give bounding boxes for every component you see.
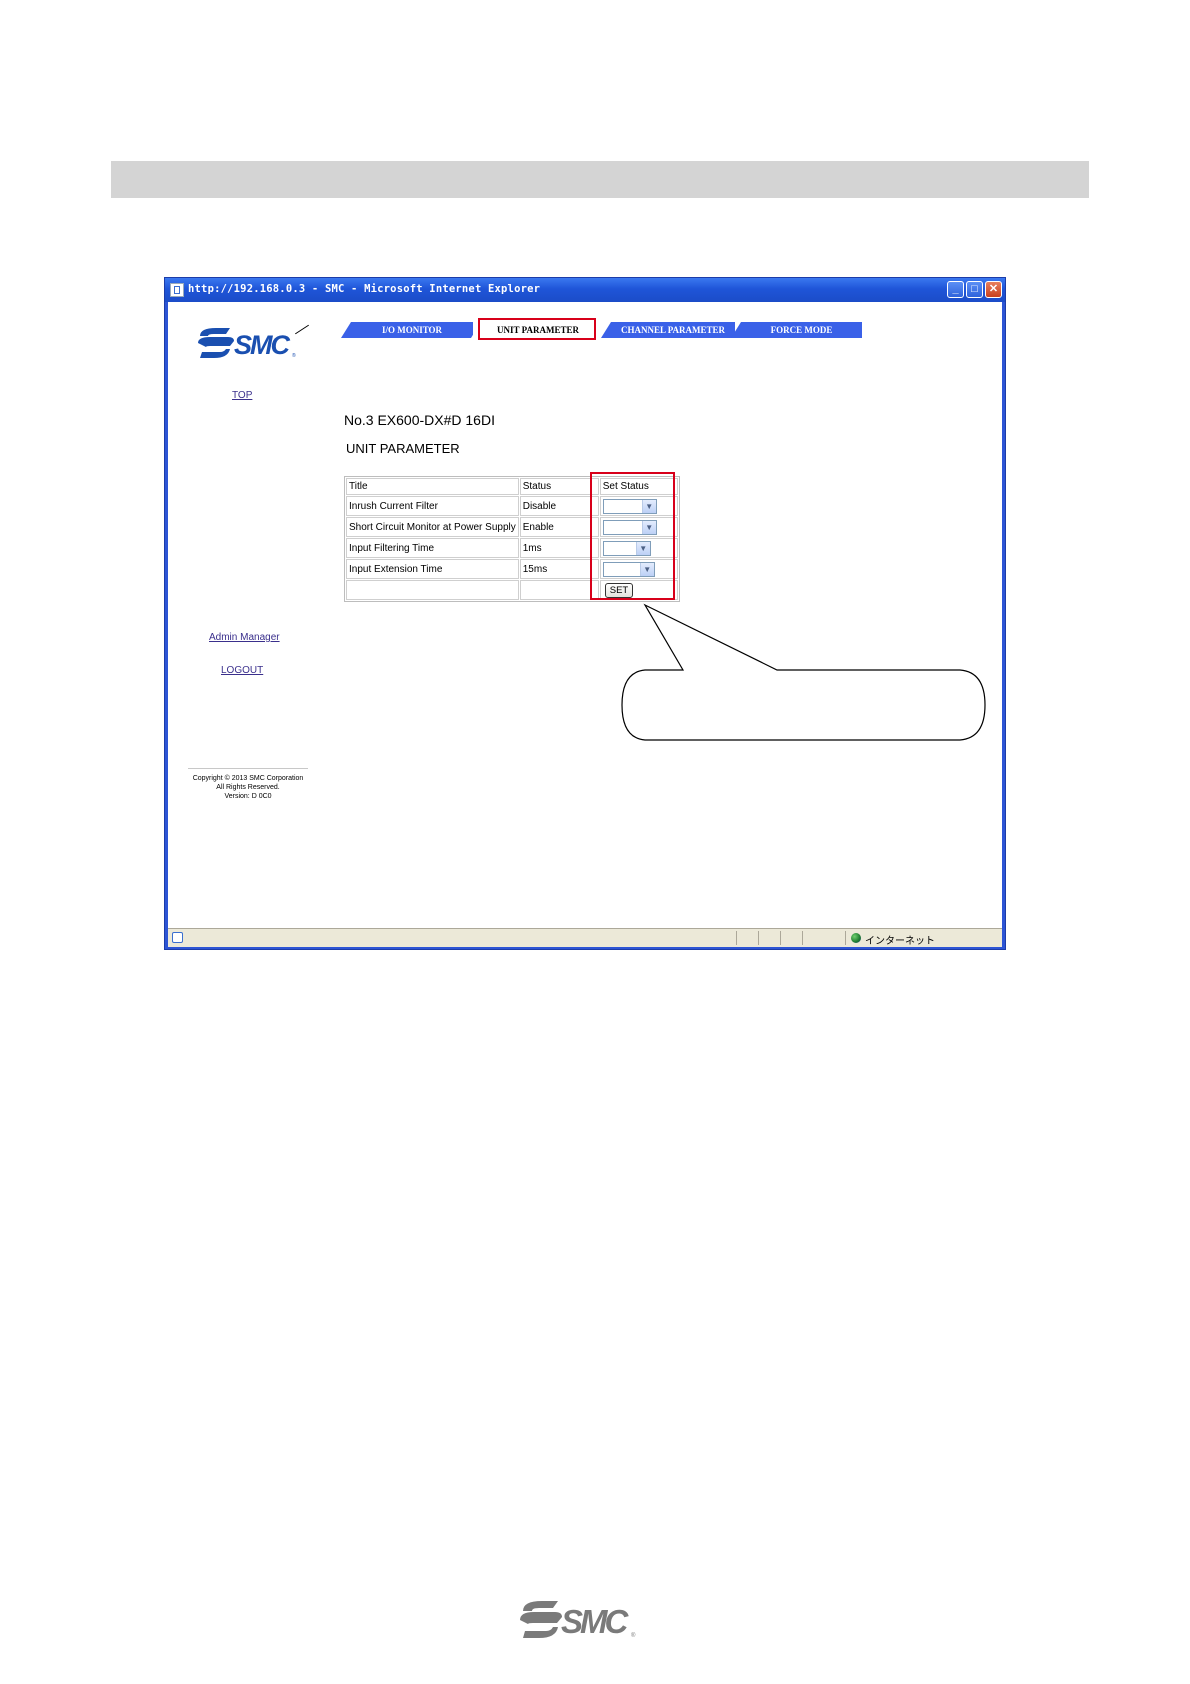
svg-text:SMC: SMC — [234, 330, 291, 360]
admin-manager-link[interactable]: Admin Manager — [209, 632, 280, 643]
copyright-notice: Copyright © 2013 SMC Corporation All Rig… — [192, 775, 304, 800]
page-subtitle: UNIT PARAMETER — [346, 441, 460, 456]
status-bar: インターネット — [168, 928, 1002, 947]
svg-text:SMC: SMC — [561, 1603, 630, 1640]
row-status: Disable — [519, 496, 599, 516]
row-title: Input Filtering Time — [346, 538, 519, 558]
top-link[interactable]: TOP — [232, 390, 252, 401]
tab-io-monitor[interactable]: I/O MONITOR — [341, 322, 473, 338]
globe-icon — [851, 933, 861, 943]
row-status: 1ms — [519, 538, 599, 558]
tab-force-mode[interactable]: FORCE MODE — [731, 322, 862, 338]
column-header-title: Title — [346, 478, 519, 495]
ie-page-icon — [170, 283, 184, 297]
maximize-button[interactable]: □ — [966, 281, 983, 298]
close-button[interactable]: ✕ — [985, 281, 1002, 298]
minimize-button[interactable]: _ — [947, 281, 964, 298]
row-status: 15ms — [519, 559, 599, 579]
page-title: No.3 EX600-DX#D 16DI — [344, 412, 495, 428]
column-header-status: Status — [519, 478, 599, 495]
sidebar-divider — [188, 768, 308, 769]
row-title: Input Extension Time — [346, 559, 519, 579]
page-content: SMC ® TOP Admin Manager LOGOUT Copyright… — [168, 302, 1002, 928]
footer-smc-logo: SMC ® — [520, 1601, 636, 1640]
row-title: Inrush Current Filter — [346, 496, 519, 516]
browser-window: http://192.168.0.3 - SMC - Microsoft Int… — [164, 277, 1006, 950]
ie-page-icon — [172, 932, 183, 943]
row-title: Short Circuit Monitor at Power Supply — [346, 517, 519, 537]
tab-channel-parameter[interactable]: CHANNEL PARAMETER — [601, 322, 735, 338]
highlight-set-status-column — [590, 472, 675, 600]
row-status: Enable — [519, 517, 599, 537]
window-title: http://192.168.0.3 - SMC - Microsoft Int… — [188, 283, 541, 295]
svg-text:®: ® — [292, 352, 296, 359]
title-bar[interactable]: http://192.168.0.3 - SMC - Microsoft Int… — [165, 278, 1005, 302]
section-header-bar — [111, 161, 1089, 198]
svg-text:®: ® — [631, 1632, 636, 1639]
smc-logo: SMC ® — [198, 328, 296, 360]
security-zone: インターネット — [865, 936, 935, 947]
highlight-unit-parameter-tab — [478, 318, 596, 340]
logout-link[interactable]: LOGOUT — [221, 665, 263, 676]
